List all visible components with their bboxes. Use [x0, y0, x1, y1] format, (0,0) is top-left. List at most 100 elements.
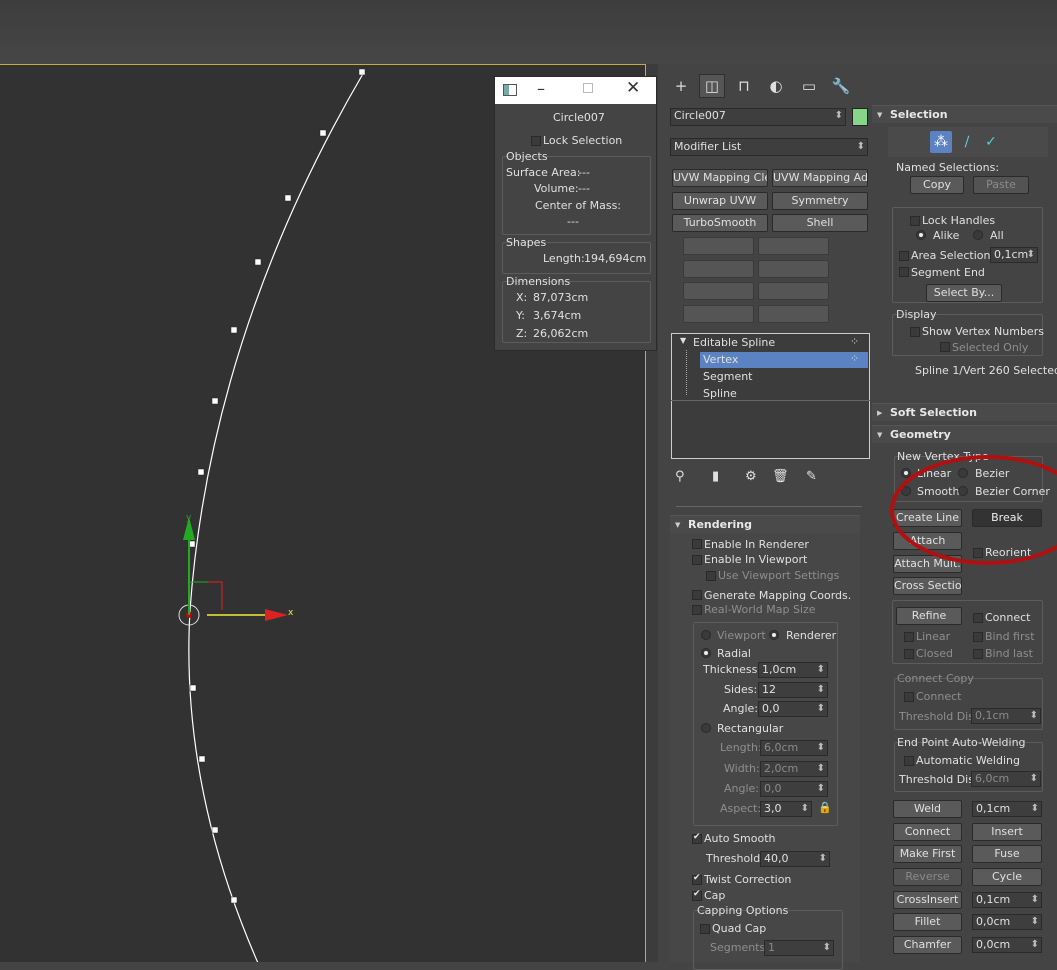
crossinsert-button[interactable]: CrossInsert	[893, 891, 962, 909]
rect-angle-spinner[interactable]: 0,0	[760, 781, 828, 797]
refine-button[interactable]: Refine	[896, 607, 962, 625]
lock-handles-checkbox[interactable]	[910, 216, 920, 226]
copy-button[interactable]: Copy	[910, 176, 964, 194]
info-window-titlebar[interactable]: – ✕	[495, 77, 656, 104]
close-icon[interactable]: ✕	[626, 78, 640, 98]
empty-modifier-slot[interactable]	[683, 237, 754, 255]
thickness-spinner[interactable]: 1,0cm	[758, 662, 828, 678]
selected-only-checkbox[interactable]	[940, 342, 950, 352]
select-by-button[interactable]: Select By...	[926, 284, 1002, 302]
make-first-button[interactable]: Make First	[893, 845, 962, 863]
empty-modifier-slot[interactable]	[758, 282, 829, 300]
lock-aspect-icon[interactable]: 🔒	[818, 801, 832, 814]
auto-smooth-checkbox[interactable]	[692, 832, 702, 844]
connect-checkbox[interactable]	[973, 613, 983, 623]
bind-first-checkbox[interactable]	[973, 632, 983, 642]
cap-checkbox[interactable]	[692, 889, 702, 901]
symmetry-button[interactable]: Symmetry	[772, 192, 868, 210]
make-unique-icon[interactable]: ⚙	[745, 469, 757, 484]
closed-checkbox[interactable]	[904, 649, 914, 659]
motion-icon[interactable]: ◐	[763, 74, 789, 98]
empty-modifier-slot[interactable]	[683, 305, 754, 323]
object-color-swatch[interactable]	[852, 108, 868, 126]
fuse-button[interactable]: Fuse	[972, 845, 1042, 863]
paste-button[interactable]: Paste	[973, 176, 1029, 194]
uvw-mapping-clear-button[interactable]: UVW Mapping Clear	[672, 169, 768, 187]
configure-modifier-sets-icon[interactable]: ✎	[806, 469, 817, 484]
empty-modifier-slot[interactable]	[758, 237, 829, 255]
renderer-radio[interactable]	[769, 630, 779, 640]
angle-spinner[interactable]: 0,0	[758, 701, 828, 717]
area-selection-spinner[interactable]: 0,1cm	[990, 247, 1038, 263]
insert-button[interactable]: Insert	[972, 823, 1042, 841]
rectangular-radio[interactable]	[701, 723, 711, 733]
show-end-result-icon[interactable]: ▮	[712, 469, 719, 484]
connect-button[interactable]: Connect	[893, 823, 962, 841]
cycle-button[interactable]: Cycle	[972, 868, 1042, 886]
geometry-rollout-header[interactable]: Geometry	[872, 425, 1057, 444]
spline-mode-icon[interactable]: ✓	[980, 131, 1002, 153]
pin-stack-icon[interactable]: ⚲	[675, 469, 685, 484]
soft-selection-rollout-header[interactable]: Soft Selection	[872, 403, 1057, 422]
modifier-list-dropdown[interactable]: Modifier List	[670, 138, 868, 156]
enable-renderer-checkbox[interactable]	[692, 539, 702, 549]
enable-viewport-checkbox[interactable]	[692, 555, 702, 565]
remove-modifier-icon[interactable]: 🗑	[772, 469, 789, 484]
modify-icon[interactable]: ◫	[699, 74, 725, 98]
empty-modifier-slot[interactable]	[758, 305, 829, 323]
twist-correction-checkbox[interactable]	[692, 873, 702, 885]
connect-copy-checkbox[interactable]	[904, 692, 914, 702]
fillet-spinner[interactable]: 0,0cm	[972, 914, 1042, 930]
stack-expand-icon[interactable]: ▼	[680, 336, 686, 345]
panel-divider[interactable]	[676, 506, 862, 507]
crossinsert-spinner[interactable]: 0,1cm	[972, 892, 1042, 908]
chamfer-button[interactable]: Chamfer	[893, 936, 962, 954]
hierarchy-icon[interactable]: ⊓	[731, 74, 757, 98]
utilities-icon[interactable]: 🔧	[828, 74, 854, 98]
fillet-button[interactable]: Fillet	[893, 913, 962, 931]
area-selection-checkbox[interactable]	[899, 251, 909, 261]
aspect-spinner[interactable]: 3,0	[760, 801, 812, 817]
reverse-button[interactable]: Reverse	[893, 868, 962, 886]
all-radio[interactable]	[973, 230, 983, 240]
rendering-rollout-header[interactable]: Rendering	[670, 515, 860, 534]
stack-item-spline[interactable]: Spline	[703, 387, 737, 400]
empty-modifier-slot[interactable]	[758, 260, 829, 278]
empty-modifier-slot[interactable]	[683, 260, 754, 278]
object-name-field[interactable]: Circle007	[670, 108, 846, 126]
threshold-spinner[interactable]: 40,0	[760, 851, 830, 867]
shell-button[interactable]: Shell	[772, 214, 868, 232]
length-spinner[interactable]: 6,0cm	[760, 740, 828, 756]
unwrap-uvw-button[interactable]: Unwrap UVW	[672, 192, 768, 210]
bind-last-checkbox[interactable]	[973, 649, 983, 659]
create-icon[interactable]: +	[668, 74, 694, 98]
chamfer-spinner[interactable]: 0,0cm	[972, 937, 1042, 953]
threshold-dist-spinner[interactable]: 0,1cm	[971, 708, 1041, 724]
viewport-radio[interactable]	[701, 630, 711, 640]
minimize-icon[interactable]: –	[537, 79, 545, 98]
segment-end-checkbox[interactable]	[899, 267, 909, 277]
maximize-icon[interactable]	[583, 83, 593, 93]
real-world-checkbox[interactable]	[692, 605, 702, 615]
weld-spinner[interactable]: 0,1cm	[972, 801, 1042, 817]
sides-spinner[interactable]: 12	[758, 682, 828, 698]
radial-radio[interactable]	[701, 648, 711, 658]
vertex-mode-icon[interactable]: ⁂	[930, 131, 952, 153]
stack-item-segment[interactable]: Segment	[703, 370, 753, 383]
quad-cap-checkbox[interactable]	[700, 924, 710, 934]
show-vertex-numbers-checkbox[interactable]	[910, 327, 920, 337]
alike-radio[interactable]	[916, 230, 926, 240]
display-icon[interactable]: ▭	[796, 74, 822, 98]
use-viewport-settings-checkbox[interactable]	[706, 571, 716, 581]
uvw-mapping-add-button[interactable]: UVW Mapping Add	[772, 169, 868, 187]
linear-checkbox[interactable]	[904, 632, 914, 642]
empty-modifier-slot[interactable]	[683, 282, 754, 300]
lock-selection-checkbox[interactable]	[531, 136, 541, 146]
cross-section-button[interactable]: Cross Section	[893, 577, 962, 595]
selection-rollout-header[interactable]: Selection	[872, 105, 1057, 124]
threshold-dist2-spinner[interactable]: 6,0cm	[971, 771, 1041, 787]
automatic-welding-checkbox[interactable]	[904, 756, 914, 766]
segments-spinner[interactable]: 1	[764, 940, 834, 956]
segment-mode-icon[interactable]: ∕	[956, 131, 978, 153]
weld-button[interactable]: Weld	[893, 800, 962, 818]
